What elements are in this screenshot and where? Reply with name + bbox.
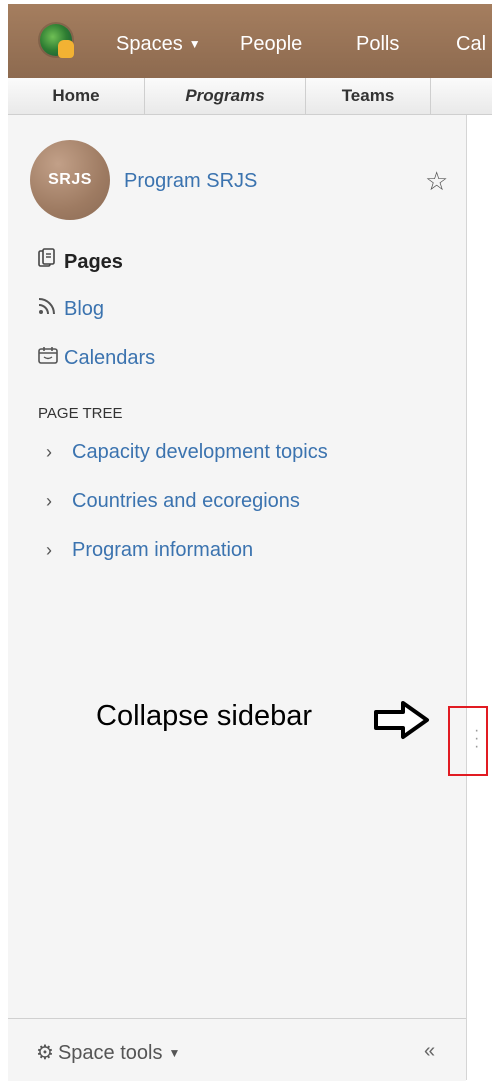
- page-tree-item-label[interactable]: Program information: [72, 539, 253, 561]
- pages-icon: [38, 248, 64, 273]
- page-tree-item-label[interactable]: Capacity development topics: [72, 441, 328, 463]
- annotation-label: Collapse sidebar: [96, 700, 313, 732]
- app-logo-icon[interactable]: [40, 24, 74, 58]
- chevron-right-icon[interactable]: ›: [46, 491, 72, 512]
- sidebar-item-label: Blog: [64, 298, 105, 320]
- nav-spaces-label: Spaces: [116, 33, 183, 55]
- sidebar-item-pages[interactable]: Pages: [38, 248, 123, 274]
- caret-down-icon: ▼: [188, 37, 201, 51]
- space-tools-label: Space tools: [57, 1042, 163, 1064]
- sidebar-collapse-handle[interactable]: · · ·: [474, 723, 479, 755]
- annotation-highlight-box: [448, 706, 488, 776]
- space-title-link[interactable]: Program SRJS: [124, 170, 257, 193]
- page-tree-item[interactable]: › Countries and ecoregions: [46, 490, 300, 513]
- tab-programs[interactable]: Programs: [145, 78, 306, 114]
- sidebar-item-blog[interactable]: Blog: [38, 297, 104, 321]
- space-avatar[interactable]: SRJS: [30, 140, 110, 220]
- nav-calendar[interactable]: Cal: [456, 32, 486, 56]
- collapse-sidebar-button[interactable]: «: [424, 1040, 435, 1063]
- sidebar-item-label: Calendars: [64, 347, 156, 369]
- page-tree-heading: PAGE TREE: [38, 405, 123, 422]
- gear-icon: ⚙: [36, 1042, 54, 1064]
- nav-polls[interactable]: Polls: [356, 32, 399, 56]
- nav-spaces[interactable]: Spaces ▼: [116, 32, 201, 58]
- sidebar-item-label: Pages: [64, 251, 123, 273]
- star-icon[interactable]: ☆: [425, 166, 448, 197]
- top-nav-bar: Spaces ▼ People Polls Cal: [8, 4, 492, 78]
- tab-teams[interactable]: Teams: [306, 78, 431, 114]
- chevron-right-icon[interactable]: ›: [46, 540, 72, 561]
- sidebar-item-calendars[interactable]: Calendars: [38, 346, 155, 370]
- tab-home[interactable]: Home: [8, 78, 145, 114]
- rss-icon: [38, 297, 64, 320]
- arrow-right-icon: [374, 701, 429, 739]
- page-tree-item[interactable]: › Program information: [46, 539, 253, 562]
- page-tree-item[interactable]: › Capacity development topics: [46, 441, 328, 464]
- caret-down-icon: ▼: [168, 1046, 181, 1060]
- page-tree-item-label[interactable]: Countries and ecoregions: [72, 490, 300, 512]
- space-tools-button[interactable]: ⚙ Space tools ▼: [36, 1040, 180, 1065]
- chevron-right-icon[interactable]: ›: [46, 442, 72, 463]
- calendar-icon: [38, 346, 64, 369]
- nav-people[interactable]: People: [240, 32, 302, 56]
- tab-bar: Home Programs Teams: [8, 78, 492, 115]
